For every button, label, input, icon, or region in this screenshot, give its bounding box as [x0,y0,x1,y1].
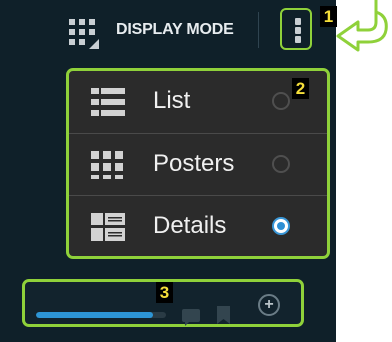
callout-2: 2 [292,78,309,99]
action-bar: DISPLAY MODE [0,0,336,60]
annotation-arrow-icon [336,0,388,52]
radio-list[interactable] [272,92,290,110]
watch-progress-bar [36,312,166,318]
radio-details[interactable] [272,217,290,235]
posters-grid-icon [91,151,125,179]
action-bar-divider [258,12,259,48]
menu-item-posters[interactable]: Posters [69,133,327,196]
progress-fill [36,312,153,318]
details-view-icon [91,213,125,241]
menu-item-list[interactable]: List [69,71,327,133]
comment-icon[interactable] [182,309,200,326]
vertical-dots-icon [295,18,301,25]
overflow-menu-button[interactable] [280,8,312,50]
grid-view-icon[interactable] [67,19,101,49]
callout-1: 1 [320,6,337,27]
display-mode-menu: List Posters Details [66,68,330,259]
radio-posters[interactable] [272,155,290,173]
display-mode-label[interactable]: DISPLAY MODE [116,21,234,39]
menu-item-label: List [153,87,191,114]
menu-item-label: Posters [153,150,235,177]
menu-item-label: Details [153,212,227,239]
bookmark-icon[interactable] [217,306,230,324]
callout-3: 3 [156,282,173,303]
add-circle-icon[interactable]: + [258,294,280,316]
menu-item-details[interactable]: Details [69,195,327,256]
list-view-icon [91,88,125,116]
